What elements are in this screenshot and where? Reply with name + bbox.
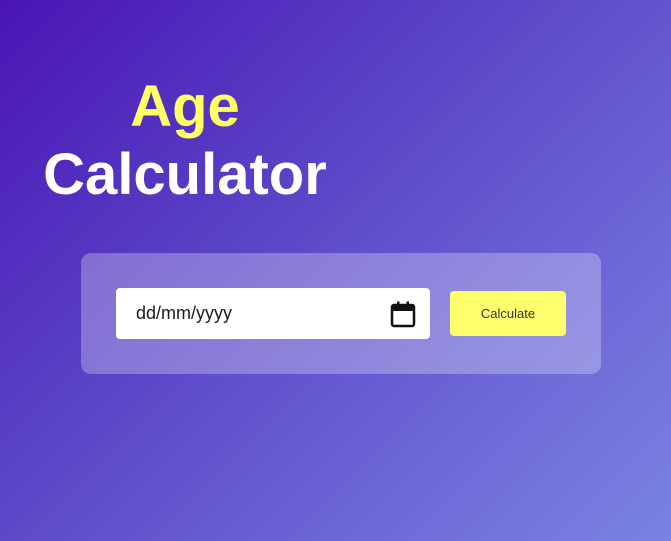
page-title: Age Calculator [0, 78, 370, 204]
calculate-button[interactable]: Calculate [450, 291, 566, 336]
title-age: Age [130, 74, 240, 139]
birthdate-input[interactable]: dd/mm/yyyy [116, 288, 430, 339]
date-placeholder: dd/mm/yyyy [136, 303, 233, 323]
calculator-card: dd/mm/yyyy Calculate [81, 253, 601, 374]
title-calculator: Calculator [43, 142, 327, 207]
calendar-icon[interactable] [390, 300, 416, 328]
